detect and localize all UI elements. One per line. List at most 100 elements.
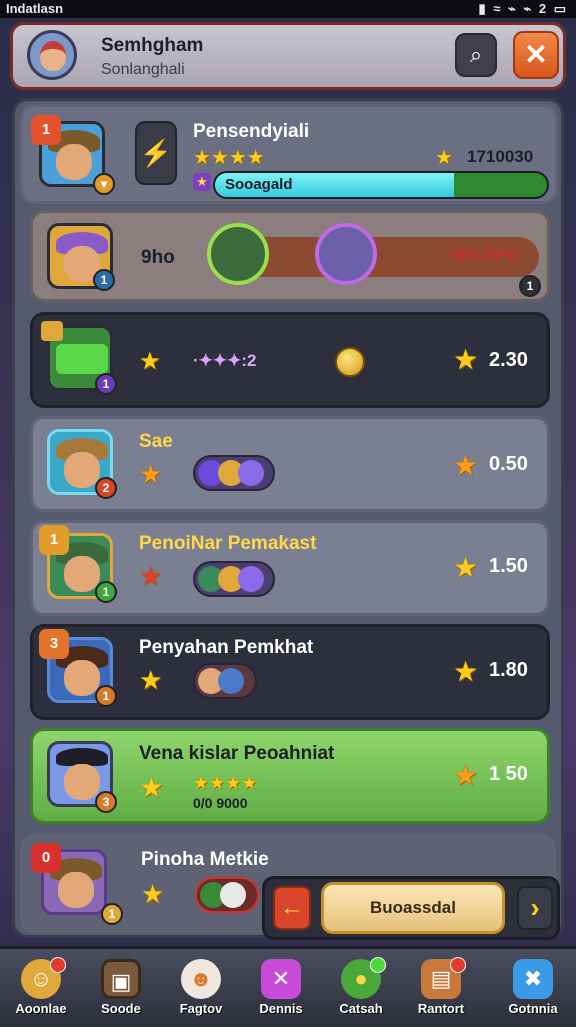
combo-text: ·✦✦✦:2 — [193, 351, 257, 370]
score-star-icon: ★ — [453, 552, 479, 583]
score-star-icon: ★ — [435, 147, 453, 169]
list-item[interactable]: 1 ★ ·✦✦✦:2 ★ 2.30 — [30, 312, 550, 408]
score-star-icon: ★ — [453, 656, 479, 687]
items-chip — [195, 877, 259, 913]
row-value: 1.50 — [489, 555, 528, 577]
level-badge: 1 — [95, 373, 117, 395]
previous-button[interactable]: ← — [273, 886, 311, 930]
rating-stars: ★★★★ — [193, 147, 265, 169]
list-item-highlighted[interactable]: 3 Vena kislar Peoahniat ★ ★★★★ 0/0 9000 … — [30, 728, 550, 824]
star-icon: ★ — [139, 772, 165, 803]
pagination-bar: ← Buoassdal › — [262, 876, 560, 940]
match-card[interactable]: 1 9ho MSLDPO 1 — [30, 210, 550, 302]
list-item[interactable]: 2 Sae ★ ★ 0.50 — [30, 416, 550, 512]
nav-item-soode[interactable]: ▣ Soode — [86, 955, 156, 1021]
gem-icon: ★ — [193, 173, 211, 191]
nav-item-aoonlae[interactable]: ☺ Aoonlae — [6, 955, 76, 1021]
nav-item-rantort[interactable]: ▤ Rantort — [406, 955, 476, 1021]
star-icon: ★ — [139, 348, 161, 375]
row-name: Penyahan Pemkhat — [139, 637, 314, 658]
notification-badge — [450, 957, 466, 973]
nav-item-catsah[interactable]: ● Catsah — [326, 955, 396, 1021]
next-button[interactable]: › — [517, 886, 553, 930]
arrow-left-icon: ← — [280, 894, 304, 921]
profile-avatar[interactable] — [27, 30, 77, 80]
level-badge: ▾ — [93, 173, 115, 195]
page-subtitle: Sonlanghali — [101, 61, 185, 78]
search-icon: ⌕ — [469, 42, 483, 67]
notification-badge — [50, 957, 66, 973]
status-icons: ▮ ≈ ⌁ ⌁ 2 ▭ — [478, 1, 568, 16]
star-icon: ★ — [139, 561, 163, 591]
player-name: Pensendyiali — [193, 121, 310, 142]
items-chip — [193, 455, 275, 491]
close-icon: ✕ — [524, 39, 548, 70]
row-value: 0.50 — [489, 453, 528, 475]
nav-label: Dennis — [259, 1001, 303, 1016]
score-star-icon: ★ — [453, 344, 479, 375]
row-value: 2.30 — [489, 349, 528, 371]
header-bar: Semhgham Sonlanghali ⌕ ✕ — [10, 22, 566, 90]
rank-badge — [41, 321, 63, 341]
row-value: 1 50 — [489, 763, 528, 785]
level-badge: 3 — [95, 791, 117, 813]
notification-badge — [370, 957, 386, 973]
top-player-card[interactable]: 1 ▾ ⚡ Pensendyiali ★★★★ ★ 1710030 ★ Sooa… — [20, 104, 558, 204]
star-icon: ★ — [141, 879, 165, 909]
bottom-navigation: ☺ Aoonlae ▣ Soode ☻ Fagtov ✕ Dennis ● Ca… — [0, 946, 576, 1027]
puzzle-icon: ✖ — [513, 959, 553, 999]
nav-item-gotnnia[interactable]: ✖ Gotnnia — [498, 955, 568, 1021]
main-action-button[interactable]: Buoassdal — [321, 882, 505, 934]
level-badge: 2 — [95, 477, 117, 499]
star-icon: ★ — [139, 459, 163, 489]
row-name: Sae — [139, 431, 173, 452]
score-star-icon: ★ — [453, 450, 479, 481]
nav-label: Rantort — [417, 1001, 465, 1016]
items-chip — [193, 561, 275, 597]
nav-item-dennis[interactable]: ✕ Dennis — [246, 955, 316, 1021]
info-badge: 1 — [519, 275, 541, 297]
coin-icon — [335, 347, 365, 377]
nav-label: Gotnnia — [508, 1001, 558, 1016]
score-star-icon: ★ — [453, 760, 479, 791]
score-value: 1710030 — [467, 147, 534, 166]
frame-icon: ▣ — [101, 959, 141, 999]
rank-badge: 0 — [31, 843, 61, 873]
close-button[interactable]: ✕ — [513, 31, 559, 79]
rank-badge: 1 — [31, 115, 61, 145]
nav-item-fagtov[interactable]: ☻ Fagtov — [166, 955, 236, 1021]
rank-badge: 1 — [39, 525, 69, 555]
rank-badge: 3 — [39, 629, 69, 659]
arrow-right-icon: › — [530, 892, 540, 923]
row-name: Pinoha Metkie — [141, 849, 269, 870]
items-chip — [193, 663, 257, 699]
nav-label: Aoonlae — [15, 1001, 67, 1016]
star-icon: ★ — [139, 665, 163, 695]
row-name: Vena kislar Peoahniat — [139, 743, 335, 764]
status-carrier: Indatlasn — [6, 1, 64, 16]
level-badge: 1 — [101, 903, 123, 925]
list-item[interactable]: 1 1 PenoiNar Pemakast ★ ★ 1.50 — [30, 520, 550, 616]
row-subtext: 0/0 9000 — [193, 795, 248, 811]
player-two-avatar[interactable] — [315, 223, 377, 285]
search-button[interactable]: ⌕ — [455, 33, 497, 77]
ghost-icon: ☻ — [181, 959, 221, 999]
nav-label: Catsah — [339, 1001, 383, 1016]
list-item[interactable]: 3 1 Penyahan Pemkhat ★ ★ 1.80 — [30, 624, 550, 720]
cross-icon: ✕ — [261, 959, 301, 999]
progress-label: Sooagald — [225, 176, 293, 193]
level-badge: 1 — [95, 581, 117, 603]
row-value: 1.80 — [489, 659, 528, 681]
row-name: PenoiNar Pemakast — [139, 533, 317, 554]
nav-label: Fagtov — [179, 1001, 223, 1016]
match-label: 9ho — [141, 247, 175, 268]
level-badge: 1 — [93, 269, 115, 291]
lightning-button[interactable]: ⚡ — [135, 121, 177, 185]
level-badge: 1 — [95, 685, 117, 707]
lightning-icon: ⚡ — [139, 138, 173, 168]
player-one-avatar[interactable] — [207, 223, 269, 285]
nav-label: Soode — [101, 1001, 141, 1016]
rating-stars: ★★★★ — [193, 773, 258, 793]
status-bar: Indatlasn ▮ ≈ ⌁ ⌁ 2 ▭ — [0, 0, 576, 18]
page-title: Semhgham — [101, 35, 204, 56]
